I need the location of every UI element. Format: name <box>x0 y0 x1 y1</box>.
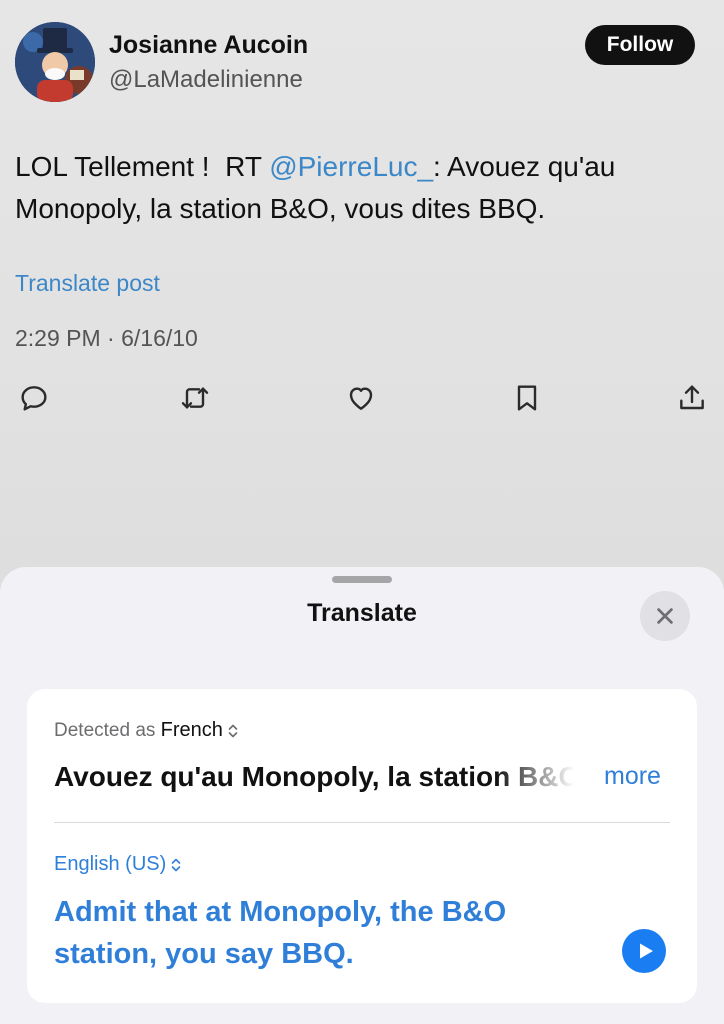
tweet: Josianne Aucoin @LaMadelinienne Follow L… <box>0 0 724 580</box>
avatar-image <box>15 22 95 102</box>
translate-post-link[interactable]: Translate post <box>15 270 160 297</box>
translation-card: Detected as French Avouez qu'au Monopoly… <box>27 689 697 1003</box>
retweet-icon[interactable] <box>175 378 215 418</box>
tweet-timestamp: 2:29 PM · 6/16/10 <box>15 325 198 351</box>
follow-button[interactable]: Follow <box>585 25 695 65</box>
chevron-updown-icon <box>171 858 181 872</box>
more-button[interactable]: more <box>604 762 661 791</box>
close-button[interactable] <box>640 591 690 641</box>
author-handle[interactable]: @LaMadelinienne <box>109 66 303 94</box>
tweet-text-start: LOL Tellement ! RT <box>15 151 270 182</box>
chevron-updown-icon <box>228 724 238 738</box>
source-text: Avouez qu'au Monopoly, la station B&O, v… <box>54 761 574 792</box>
bookmark-icon[interactable] <box>507 378 547 418</box>
play-button[interactable] <box>622 929 666 973</box>
close-icon <box>657 608 673 624</box>
detected-language-row[interactable]: Detected as French <box>54 719 239 742</box>
author-name[interactable]: Josianne Aucoin <box>109 31 308 60</box>
translated-text: Admit that at Monopoly, the B&O station,… <box>54 896 507 970</box>
avatar[interactable] <box>15 22 95 102</box>
translate-sheet: Translate Detected as French Avouez qu'a… <box>0 567 724 1024</box>
reply-icon[interactable] <box>14 378 54 418</box>
sheet-title: Translate <box>307 599 417 627</box>
target-language: English (US) <box>54 853 167 875</box>
target-language-row[interactable]: English (US) <box>54 853 182 876</box>
sheet-grabber[interactable] <box>332 576 392 583</box>
detected-prefix: Detected as <box>54 720 161 741</box>
tweet-text: LOL Tellement ! RT @PierreLuc_: Avouez q… <box>15 146 705 230</box>
mention-link[interactable]: @PierreLuc_ <box>269 151 433 182</box>
play-icon <box>639 943 653 959</box>
share-icon[interactable] <box>672 378 712 418</box>
divider <box>54 822 670 823</box>
tweet-actions <box>0 378 724 418</box>
like-icon[interactable] <box>341 378 381 418</box>
source-language: French <box>160 719 223 741</box>
